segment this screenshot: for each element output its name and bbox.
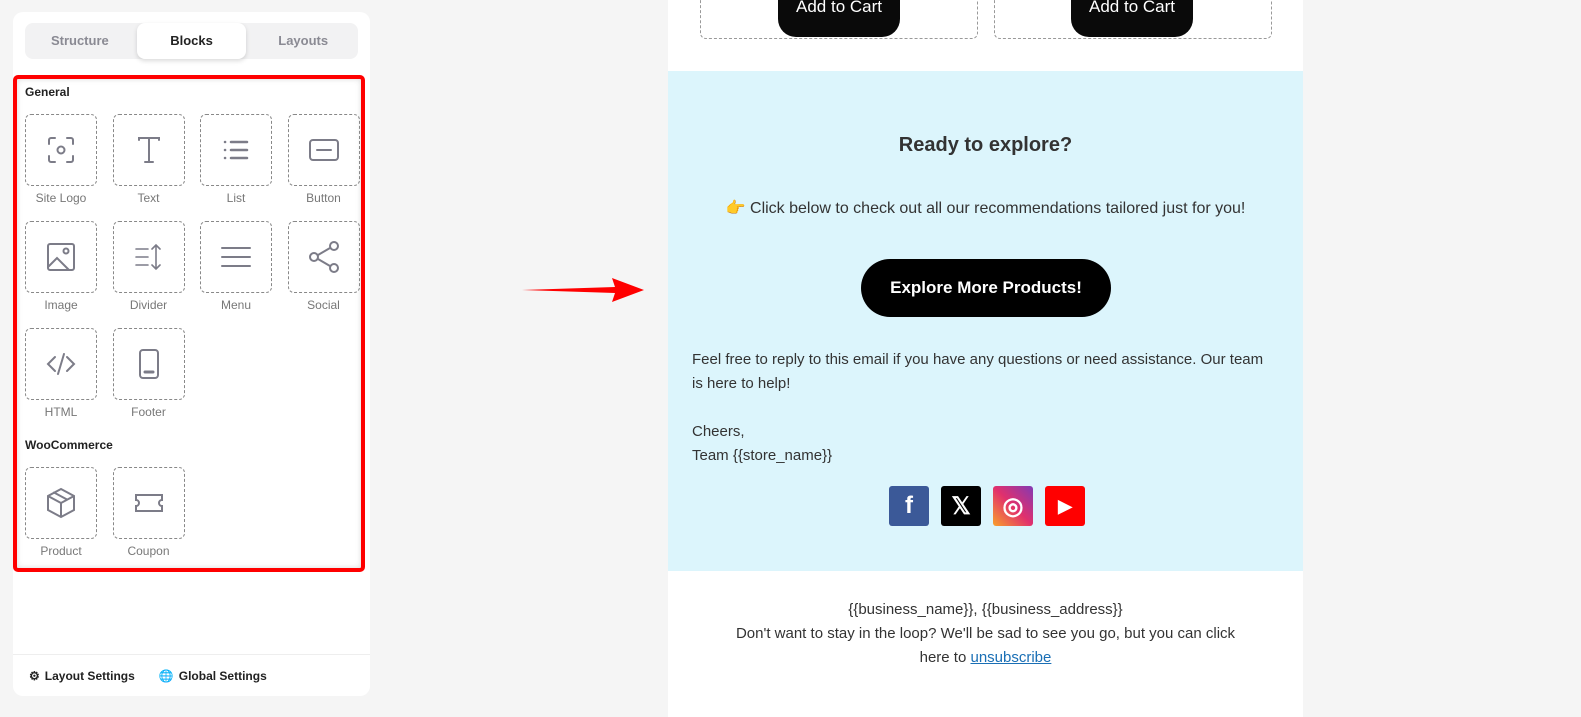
globe-icon: 🌐 (158, 668, 174, 683)
business-info: {{business_name}}, {{business_address}} (848, 601, 1123, 618)
code-icon (46, 353, 76, 375)
email-footer: {{business_name}}, {{business_address}} … (668, 598, 1303, 670)
block-label: Social (307, 298, 340, 312)
block-label: Image (44, 298, 78, 312)
block-product[interactable]: Product (25, 467, 97, 558)
cheers-text: Cheers, (692, 423, 745, 440)
tab-structure[interactable]: Structure (25, 23, 135, 59)
image-icon (47, 243, 75, 271)
block-label: Menu (220, 298, 252, 312)
cta-section: Ready to explore? 👉 Click below to check… (668, 71, 1303, 571)
block-label: Divider (129, 298, 168, 312)
social-icons: f 𝕏 ◎ ▶ (889, 486, 1085, 526)
email-preview: Add to Cart Add to Cart Ready to explore… (668, 0, 1303, 717)
red-arrow-annotation (522, 278, 644, 302)
global-settings-label: Global Settings (178, 668, 267, 683)
unsubscribe-text: Don't want to stay in the loop? We'll be… (731, 622, 1241, 670)
button-icon (308, 139, 339, 161)
blocks-panel: Structure Blocks Layouts General Site Lo… (13, 12, 370, 696)
block-social[interactable]: Social (287, 221, 360, 312)
text-icon (137, 137, 160, 163)
layout-settings-label: Layout Settings (44, 668, 135, 683)
help-paragraph: Feel free to reply to this email if you … (692, 351, 1264, 392)
section-woocommerce: WooCommerce (25, 438, 113, 452)
block-button[interactable]: Button (287, 114, 360, 205)
block-html[interactable]: HTML (25, 328, 97, 419)
block-text[interactable]: Text (112, 114, 185, 205)
ticket-icon (134, 494, 163, 512)
subtext: Click below to check out all our recomme… (750, 200, 1246, 217)
panel-footer: ⚙ Layout Settings 🌐 Global Settings (13, 654, 370, 696)
footer-icon (138, 349, 159, 379)
site-logo-icon (48, 137, 74, 163)
block-label: List (226, 191, 246, 205)
block-label: Footer (131, 405, 166, 419)
section-general: General (25, 85, 70, 99)
block-site-logo[interactable]: Site Logo (25, 114, 97, 205)
tab-blocks[interactable]: Blocks (136, 23, 247, 59)
facebook-icon[interactable]: f (889, 486, 929, 526)
block-coupon[interactable]: Coupon (112, 467, 185, 558)
block-label: Text (137, 191, 160, 205)
unsubscribe-link[interactable]: unsubscribe (970, 649, 1051, 666)
layout-settings-button[interactable]: ⚙ Layout Settings (29, 669, 135, 683)
block-label: Product (40, 544, 82, 558)
add-to-cart-button[interactable]: Add to Cart (778, 0, 900, 37)
box-icon (47, 487, 75, 519)
global-settings-button[interactable]: 🌐 Global Settings (159, 669, 267, 683)
gear-icon: ⚙ (29, 668, 40, 683)
list-icon (223, 140, 249, 160)
block-label: Button (306, 191, 341, 205)
youtube-icon[interactable]: ▶ (1045, 486, 1085, 526)
share-icon (308, 241, 339, 273)
team-signature: Team {{store_name}} (692, 447, 833, 464)
x-icon[interactable]: 𝕏 (941, 486, 981, 526)
cta-subtext: 👉 Click below to check out all our recom… (668, 198, 1303, 218)
cta-heading: Ready to explore? (898, 134, 1073, 156)
menu-icon (221, 247, 251, 267)
add-to-cart-button[interactable]: Add to Cart (1071, 0, 1193, 37)
pointing-hand-icon: 👉 (725, 200, 746, 217)
block-divider[interactable]: Divider (112, 221, 185, 312)
block-label: Coupon (127, 544, 170, 558)
block-menu[interactable]: Menu (200, 221, 272, 312)
block-list[interactable]: List (200, 114, 272, 205)
block-label: Site Logo (35, 191, 87, 205)
block-footer[interactable]: Footer (112, 328, 185, 419)
panel-tabs: Structure Blocks Layouts (25, 23, 358, 59)
instagram-icon[interactable]: ◎ (993, 486, 1033, 526)
tab-layouts[interactable]: Layouts (248, 23, 358, 59)
block-image[interactable]: Image (25, 221, 97, 312)
block-label: HTML (44, 405, 78, 419)
divider-icon (134, 243, 161, 271)
explore-more-button[interactable]: Explore More Products! (861, 259, 1111, 317)
